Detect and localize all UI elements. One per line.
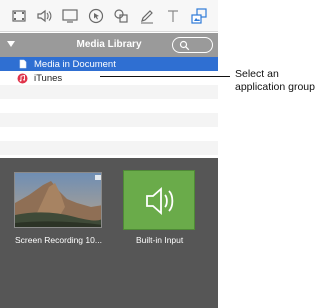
list-item-itunes[interactable]: iTunes: [0, 71, 218, 85]
callout-text: Select an application group: [235, 68, 315, 94]
media-library-icon[interactable]: [190, 7, 208, 25]
landscape-thumbnail-icon: [15, 173, 101, 227]
screen-icon[interactable]: [61, 7, 79, 25]
speaker-icon: [146, 187, 174, 215]
list-row-empty: [0, 99, 218, 113]
list-row-empty: [0, 127, 218, 141]
callout-line-1: Select an: [235, 68, 279, 80]
media-library-header: Media Library: [0, 33, 218, 57]
pen-icon[interactable]: [138, 7, 156, 25]
list-item-label: iTunes: [34, 73, 63, 84]
media-item-built-in-input[interactable]: [123, 170, 195, 230]
callout-line: [100, 76, 230, 77]
callout-line-2: application group: [235, 81, 315, 93]
list-row-empty: [0, 113, 218, 127]
shapes-icon[interactable]: [112, 7, 130, 25]
list-row-empty: [0, 85, 218, 99]
list-item-label: Media in Document: [34, 59, 116, 70]
search-icon: [179, 40, 190, 51]
application-group-list: Media in Document iTunes: [0, 57, 218, 157]
cursor-icon[interactable]: [87, 7, 105, 25]
media-browser: Screen Recording 10... Built-in Input: [0, 158, 218, 308]
media-library-panel: Media Library Media in Document iTunes S…: [0, 0, 218, 308]
film-icon[interactable]: [10, 7, 28, 25]
list-row-empty: [0, 141, 218, 155]
library-search-field[interactable]: [172, 37, 213, 53]
media-item-label: Screen Recording 10...: [15, 235, 102, 245]
speaker-icon[interactable]: [35, 7, 53, 25]
list-item-media-in-document[interactable]: Media in Document: [0, 57, 218, 71]
media-item-label: Built-in Input: [136, 235, 184, 245]
document-icon: [18, 59, 28, 69]
itunes-icon: [17, 73, 28, 84]
text-icon[interactable]: [164, 7, 182, 25]
media-item-screen-recording[interactable]: [14, 172, 102, 228]
toolbar: [0, 0, 218, 32]
